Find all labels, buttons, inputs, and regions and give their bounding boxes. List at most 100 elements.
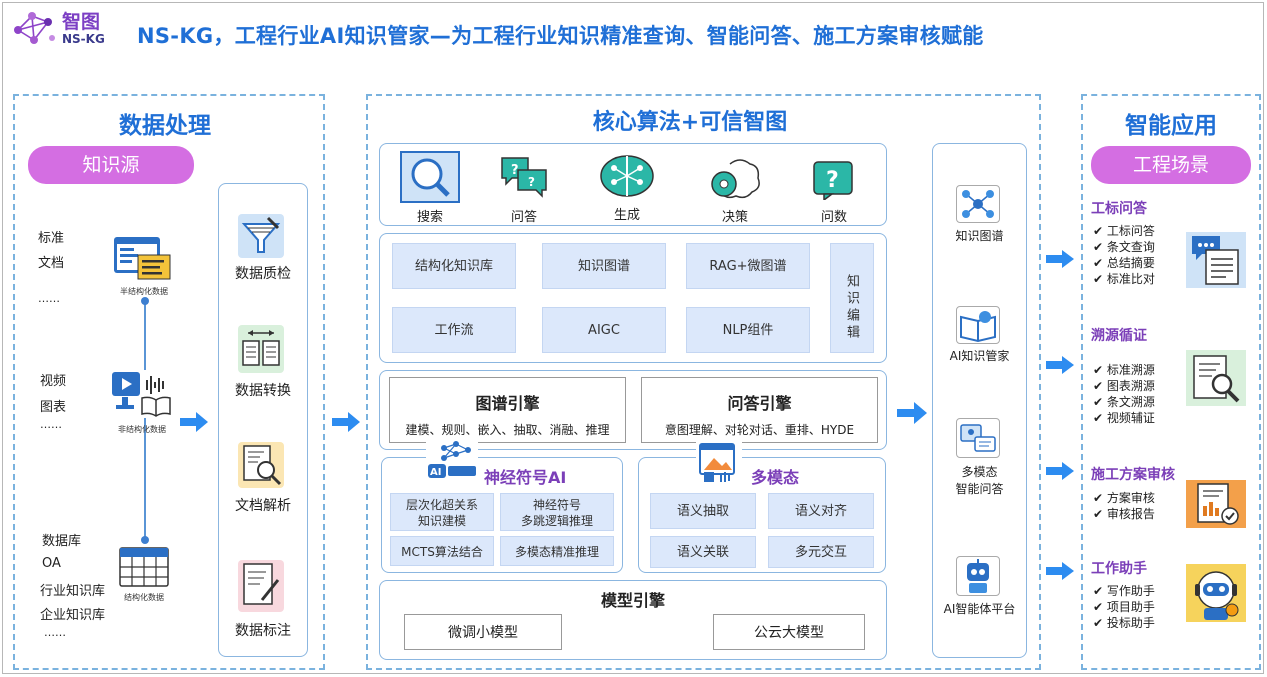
app-standard-qa-title: 工标问答 [1091,201,1147,217]
platform-ai-butler: AI知识管家 [949,349,1010,363]
ns-item-multihop: 神经符号 多跳逻辑推理 [500,493,614,531]
capability-ask-data: 问数 [820,210,847,225]
ns-hyper-relation-line2: 知识建模 [417,514,466,528]
search-document-icon [1186,350,1246,406]
check-icon: ✔ [1093,600,1104,614]
data-processing-title: 数据处理 [119,113,211,139]
model-finetune-small: 微调小模型 [404,614,562,650]
source-industry-kb: 行业知识库 [40,584,106,599]
app-bidding-assistant-item: ✔ 投标助手 [1093,616,1155,630]
question-data-icon: ? [810,160,856,202]
module-knowledge-edit: 知识编辑 [830,243,874,353]
mm-item-extract: 语义抽取 [650,493,756,529]
check-icon: ✔ [1093,379,1104,393]
source-ellipsis-2: …… [40,418,62,431]
app-traceability-title: 溯源循证 [1091,328,1147,344]
structured-data-icon [118,546,170,588]
core-algorithm-title: 核心算法+可信智图 [592,110,788,135]
qa-chat-icon: ? ? [498,154,550,198]
check-icon: ✔ [1093,240,1104,254]
structured-label: 结构化数据 [124,593,164,602]
mm-item-relate: 语义关联 [650,536,756,568]
app-standard-compare-item: ✔ 标准比对 [1093,272,1155,286]
capability-generate: 生成 [613,208,640,223]
data-labeling-icon [238,560,284,612]
source-oa: OA [42,556,61,571]
check-icon: ✔ [1093,256,1104,270]
graph-engine-desc: 建模、规则、嵌入、抽取、消融、推理 [405,423,610,437]
model-public-cloud-large: 公云大模型 [713,614,865,650]
capability-search: 搜索 [416,210,443,225]
module-aigc: AIGC [542,307,666,353]
knowledge-source-pill: 知识源 [28,146,194,184]
mm-item-align: 语义对齐 [768,493,874,529]
app-video-evidence-item: ✔ 视频辅证 [1093,411,1155,425]
logo-icon [10,8,58,48]
applications-title: 智能应用 [1125,113,1217,139]
ns-item-hyper-relation: 层次化超关系 知识建模 [390,493,494,531]
chat-document-icon [1186,232,1246,288]
source-standard: 标准 [38,231,65,246]
graph-engine-title: 图谱引擎 [475,394,540,413]
module-nlp: NLP组件 [686,307,810,353]
check-icon: ✔ [1093,411,1104,425]
source-enterprise-kb: 企业知识库 [40,608,106,623]
arrow-to-app-4 [1046,562,1074,580]
app-summary-item: ✔ 总结摘要 [1093,256,1155,270]
qa-engine-desc: 意图理解、对轮对话、重排、HYDE [664,423,855,437]
model-engine-title: 模型引擎 [600,591,665,610]
data-conversion-icon [238,325,284,373]
platform-multimodal: 多模态 [961,465,998,479]
check-icon: ✔ [1093,507,1104,521]
app-review-report-item: ✔ 审核报告 [1093,507,1155,521]
arrow-sources-to-steps [180,412,208,432]
app-standard-qa-item: ✔ 工标问答 [1093,224,1155,238]
source-ellipsis-3: …… [44,626,66,639]
app-plan-review-item: ✔ 方案审核 [1093,491,1155,505]
app-work-assistant-title: 工作助手 [1091,561,1147,577]
mm-item-interact: 多元交互 [768,536,874,568]
svg-text:?: ? [511,163,519,178]
source-video: 视频 [40,374,67,389]
ns-multihop-line1: 神经符号 [532,498,581,512]
generate-brain-icon [596,152,658,200]
semi-structured-label: 半结构化数据 [120,287,168,296]
capability-qa: 问答 [510,210,537,225]
ns-hyper-relation-line1: 层次化超关系 [405,498,478,512]
check-icon: ✔ [1093,395,1104,409]
qa-engine-title: 问答引擎 [727,394,792,413]
decision-gear-brain-icon [706,156,764,204]
logo-text: 智图 [62,11,101,33]
step-data-conversion: 数据转换 [235,383,291,399]
check-icon: ✔ [1093,363,1104,377]
multimodal-title: 多模态 [751,468,800,487]
app-clause-trace-item: ✔ 条文溯源 [1093,395,1155,409]
platform-ai-agent: AI智能体平台 [943,602,1016,616]
ns-item-mcts: MCTS算法结合 [390,536,494,566]
neuro-symbolic-title: 神经符号AI [484,468,567,487]
source-database: 数据库 [42,534,82,549]
knowledge-graph-platform-icon [956,185,1000,223]
arrow-core-to-platforms [897,402,927,424]
check-icon: ✔ [1093,272,1104,286]
quality-check-icon [238,214,284,258]
ai-network-icon: AI [426,440,478,480]
source-document: 文档 [38,256,65,271]
check-icon: ✔ [1093,616,1104,630]
connector-dot-top [141,297,149,305]
step-data-labeling: 数据标注 [235,623,291,639]
multimodal-media-icon [696,442,742,484]
arrow-processing-to-core [332,412,360,432]
app-chart-trace-item: ✔ 图表溯源 [1093,379,1155,393]
step-quality-check: 数据质检 [235,266,291,282]
check-icon: ✔ [1093,584,1104,598]
search-icon [400,151,460,203]
robot-assistant-icon [1186,564,1246,622]
platform-knowledge-graph: 知识图谱 [955,229,1004,243]
ns-multihop-line2: 多跳逻辑推理 [520,514,593,528]
source-connector-line [144,300,146,540]
unstructured-label: 非结构化数据 [118,425,166,434]
ai-agent-platform-icon [956,556,1000,596]
svg-text:?: ? [826,168,839,193]
semi-structured-data-icon [112,235,174,283]
